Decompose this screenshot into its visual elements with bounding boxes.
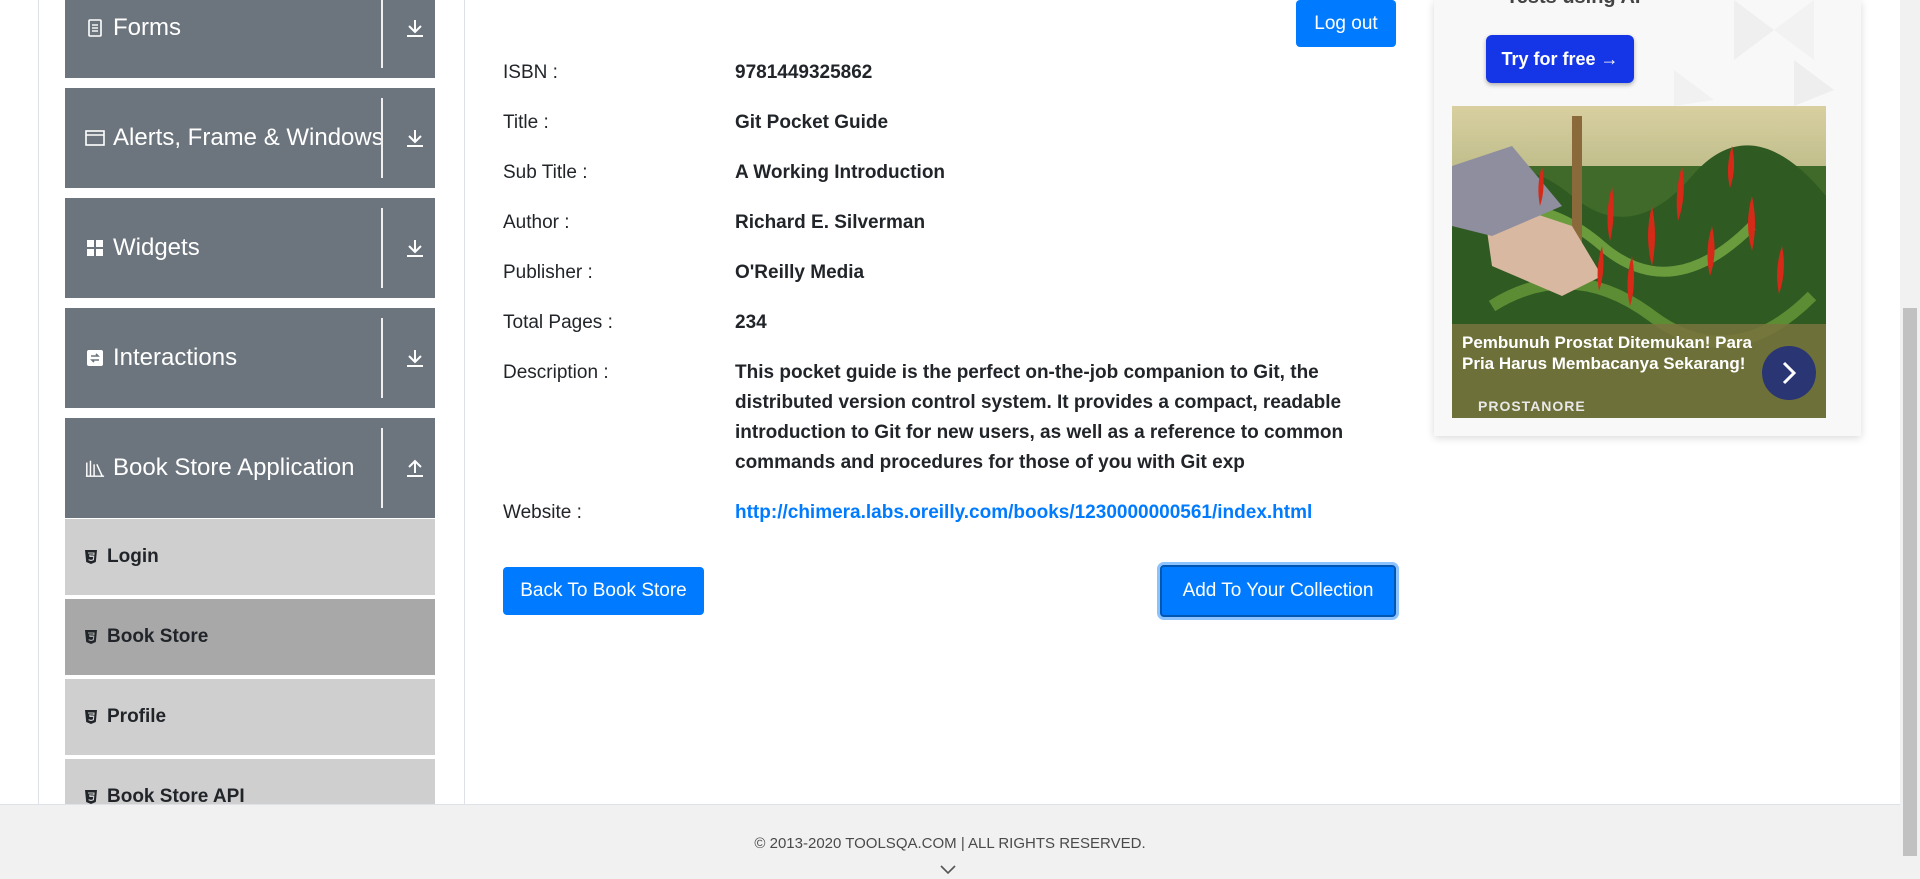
website-link[interactable]: http://chimera.labs.oreilly.com/books/12… <box>735 502 1312 523</box>
content-divider <box>464 0 465 804</box>
sidebar-item-label: Login <box>107 546 159 567</box>
advertisement[interactable]: Tests using AI Try for free → <box>1434 0 1861 436</box>
sidebar-item-label: Book Store <box>107 626 209 647</box>
author-label: Author : <box>503 212 570 233</box>
group-divider <box>381 98 383 178</box>
publisher-label: Publisher : <box>503 262 593 283</box>
chevron-right-icon[interactable] <box>1762 346 1816 400</box>
back-to-book-store-button[interactable]: Back To Book Store <box>503 567 704 615</box>
html5-icon <box>83 548 99 566</box>
page-left-divider <box>38 0 39 804</box>
interactions-icon <box>85 348 105 368</box>
scrollbar-thumb[interactable] <box>1903 308 1917 856</box>
subtitle-label: Sub Title : <box>503 162 588 183</box>
download-arrow-icon[interactable] <box>395 308 435 408</box>
window-icon <box>85 128 105 148</box>
sidebar-group-book-store[interactable]: Book Store Application <box>65 418 435 518</box>
sidebar-group-interactions[interactable]: Interactions <box>65 308 435 408</box>
html5-icon <box>83 628 99 646</box>
chevron-down-icon[interactable] <box>938 863 958 877</box>
sidebar-group-label: Book Store Application <box>113 454 355 481</box>
ad-image[interactable]: Pembunuh Prostat Ditemukan! Para Pria Ha… <box>1452 106 1826 418</box>
website-label: Website : <box>503 502 582 523</box>
upload-arrow-icon[interactable] <box>395 418 435 518</box>
logout-button[interactable]: Log out <box>1296 0 1396 47</box>
author-value: Richard E. Silverman <box>735 212 926 233</box>
group-divider <box>381 318 383 398</box>
description-value: This pocket guide is the perfect on-the-… <box>735 362 1344 473</box>
title-value: Git Pocket Guide <box>735 112 889 133</box>
sidebar-group-forms[interactable]: Forms <box>65 0 435 78</box>
sidebar-item-login[interactable]: Login <box>65 519 435 597</box>
sidebar-item-label: Book Store API <box>107 786 245 804</box>
group-divider <box>381 428 383 508</box>
ad-caption-text: Pembunuh Prostat Ditemukan! Para Pria Ha… <box>1462 333 1753 373</box>
sidebar: Forms Alerts, Frame & Windows Widgets In… <box>65 0 435 804</box>
download-arrow-icon[interactable] <box>395 88 435 188</box>
try-for-free-button[interactable]: Try for free → <box>1486 35 1634 83</box>
total-pages-label: Total Pages : <box>503 312 613 333</box>
footer: © 2013-2020 TOOLSQA.COM | ALL RIGHTS RES… <box>0 804 1900 879</box>
html5-icon <box>83 788 99 804</box>
subtitle-value: A Working Introduction <box>735 162 946 183</box>
total-pages-value: 234 <box>735 312 767 333</box>
ad-caption: Pembunuh Prostat Ditemukan! Para Pria Ha… <box>1452 324 1826 418</box>
sidebar-item-book-store-api[interactable]: Book Store API <box>65 759 435 804</box>
add-to-collection-button[interactable]: Add To Your Collection <box>1160 565 1396 617</box>
sidebar-group-label: Alerts, Frame & Windows <box>113 124 384 151</box>
html5-icon <box>83 708 99 726</box>
books-icon <box>85 458 105 478</box>
sidebar-item-label: Profile <box>107 706 167 727</box>
footer-copyright: © 2013-2020 TOOLSQA.COM | ALL RIGHTS RES… <box>754 835 1146 852</box>
sidebar-group-widgets[interactable]: Widgets <box>65 198 435 298</box>
ad-brand: PROSTANORE <box>1478 398 1586 414</box>
sidebar-item-profile[interactable]: Profile <box>65 679 435 757</box>
isbn-value: 9781449325862 <box>735 62 873 83</box>
sidebar-group-label: Widgets <box>113 234 200 261</box>
sidebar-group-label: Forms <box>113 14 181 41</box>
ad-headline: Tests using AI <box>1506 0 1640 9</box>
widgets-icon <box>85 238 105 258</box>
sidebar-group-alerts[interactable]: Alerts, Frame & Windows <box>65 88 435 188</box>
vertical-scrollbar[interactable] <box>1900 0 1920 879</box>
group-divider <box>381 208 383 288</box>
download-arrow-icon[interactable] <box>395 0 435 78</box>
website-value: http://chimera.labs.oreilly.com/books/12… <box>735 498 1375 528</box>
isbn-label: ISBN : <box>503 62 558 83</box>
sidebar-group-label: Interactions <box>113 344 238 371</box>
download-arrow-icon[interactable] <box>395 198 435 298</box>
group-divider <box>381 0 383 68</box>
publisher-value: O'Reilly Media <box>735 262 865 283</box>
sidebar-item-book-store[interactable]: Book Store <box>65 599 435 677</box>
document-icon <box>85 18 105 38</box>
title-label: Title : <box>503 112 549 133</box>
description-label: Description : <box>503 362 609 383</box>
